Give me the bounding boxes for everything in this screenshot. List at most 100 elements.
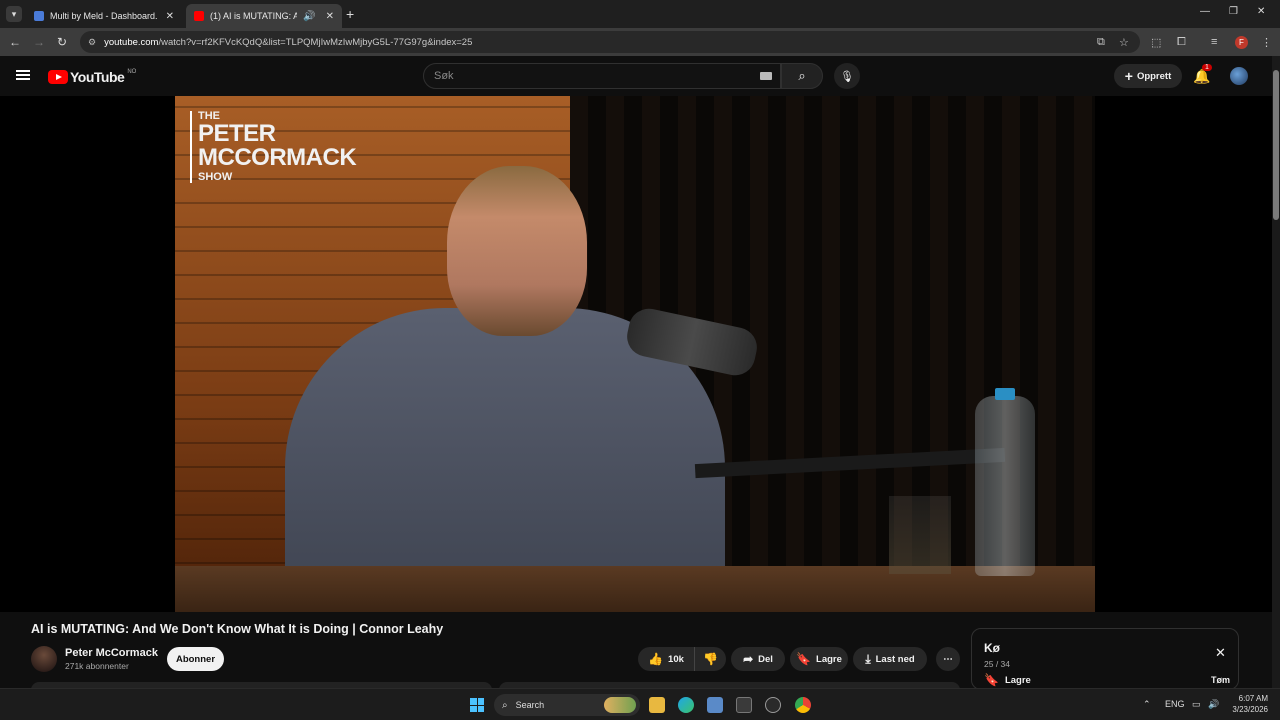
bottle-cap bbox=[995, 388, 1015, 400]
show-title-line: MCCORMACK bbox=[198, 144, 357, 171]
download-icon: ⤓ bbox=[865, 651, 871, 666]
video-player[interactable]: THE PETER MCCORMACK SHOW bbox=[0, 96, 1272, 612]
taskbar-search[interactable]: ⌕ Search bbox=[494, 694, 640, 716]
queue-clear-button[interactable]: Tøm bbox=[1211, 675, 1230, 685]
address-bar-row: ← → ↻ ⚙ youtube.com/watch?v=rf2KFVcKQdQ&… bbox=[0, 28, 1280, 56]
video-title: AI is MUTATING: And We Don't Know What I… bbox=[31, 622, 444, 636]
minimize-icon[interactable]: — bbox=[1200, 6, 1210, 17]
forward-arrow-icon[interactable]: → bbox=[33, 35, 45, 49]
bookmark-star-icon[interactable]: ☆ bbox=[1119, 36, 1129, 49]
chrome-icon[interactable] bbox=[795, 697, 811, 713]
window-close-icon[interactable]: ✕ bbox=[1257, 6, 1265, 17]
extension-icon[interactable]: ⬚ bbox=[1151, 36, 1161, 49]
media-control-icon[interactable]: ≡ bbox=[1211, 36, 1217, 48]
create-button[interactable]: + Opprett bbox=[1114, 64, 1182, 88]
url-path: /watch?v=rf2KFVcKQdQ&list=TLPQMjIwMzIwMj… bbox=[158, 36, 473, 48]
account-avatar[interactable] bbox=[1230, 67, 1248, 85]
search-input[interactable]: Søk bbox=[423, 63, 781, 89]
new-tab-plus-icon[interactable]: + bbox=[346, 6, 354, 22]
water-glass bbox=[889, 496, 951, 574]
page-scrollbar[interactable] bbox=[1272, 56, 1280, 688]
volume-icon[interactable]: 🔊 bbox=[1208, 699, 1219, 710]
youtube-play-icon bbox=[48, 70, 68, 84]
system-clock[interactable]: 6:07 AM 3/23/2026 bbox=[1226, 693, 1268, 715]
extensions-puzzle-icon[interactable]: ⧠ bbox=[1177, 36, 1186, 49]
search-icon: ⌕ bbox=[502, 699, 508, 711]
reload-icon[interactable]: ↻ bbox=[57, 35, 67, 49]
search-placeholder: Søk bbox=[434, 70, 454, 82]
more-horizontal-icon: ⋯ bbox=[943, 653, 953, 665]
youtube-favicon-icon bbox=[194, 11, 204, 21]
windows-taskbar: ⌕ Search ⌃ ENG ▭ 🔊 6:07 AM 3/23/2026 bbox=[0, 688, 1280, 720]
notification-badge: 1 bbox=[1202, 64, 1212, 71]
queue-close-icon[interactable]: ✕ bbox=[1215, 645, 1226, 661]
restore-icon[interactable]: ❐ bbox=[1229, 6, 1238, 17]
channel-avatar[interactable] bbox=[31, 646, 57, 672]
install-app-icon[interactable]: ⧉ bbox=[1097, 36, 1105, 49]
edge-browser-icon[interactable] bbox=[678, 697, 694, 713]
create-label: Opprett bbox=[1136, 70, 1172, 82]
show-title-overlay: THE PETER MCCORMACK SHOW bbox=[190, 111, 357, 183]
show-title-line: SHOW bbox=[198, 171, 233, 183]
country-code: NO bbox=[127, 69, 137, 75]
channel-name[interactable]: Peter McCormack bbox=[65, 647, 158, 659]
input-language[interactable]: ENG bbox=[1165, 699, 1185, 709]
task-view-icon[interactable] bbox=[707, 697, 723, 713]
tab-title: (1) AI is MUTATING: And We bbox=[210, 11, 298, 21]
url-field[interactable]: ⚙ youtube.com/watch?v=rf2KFVcKQdQ&list=T… bbox=[80, 31, 1140, 53]
dislike-button[interactable]: 👎 bbox=[694, 647, 726, 671]
search-button[interactable]: ⌕ bbox=[781, 63, 823, 89]
taskbar-search-label: Search bbox=[515, 700, 545, 710]
back-arrow-icon[interactable]: ← bbox=[9, 35, 21, 49]
search-highlight-image bbox=[604, 697, 636, 713]
tab-close-icon[interactable]: ✕ bbox=[326, 11, 334, 22]
keyboard-icon[interactable] bbox=[760, 72, 772, 80]
like-button[interactable]: 👍 10k bbox=[638, 647, 694, 671]
snipping-tool-icon[interactable] bbox=[736, 697, 752, 713]
tab-close-icon[interactable]: ✕ bbox=[166, 11, 174, 22]
bookmark-icon: 🔖 bbox=[984, 673, 999, 687]
share-button[interactable]: ➦ Del bbox=[731, 647, 785, 671]
browser-menu-icon[interactable]: ⋮ bbox=[1261, 36, 1272, 49]
voice-search-mic-icon[interactable]: 🎙 bbox=[834, 63, 860, 89]
queue-save-label: Lagre bbox=[1004, 674, 1031, 686]
water-bottle bbox=[975, 388, 1035, 576]
app-icon[interactable] bbox=[765, 697, 781, 713]
share-label: Del bbox=[758, 653, 773, 665]
save-label: Lagre bbox=[816, 653, 842, 665]
network-icon[interactable]: ▭ bbox=[1192, 699, 1201, 710]
subscriber-count: 271k abonnenter bbox=[65, 661, 129, 671]
subscribe-button[interactable]: Abonner bbox=[167, 647, 224, 671]
youtube-logo[interactable]: YouTube NO bbox=[48, 69, 136, 85]
scrollbar-thumb[interactable] bbox=[1273, 70, 1279, 220]
tab-youtube-video[interactable]: (1) AI is MUTATING: And We 🔊 ✕ bbox=[186, 4, 342, 28]
queue-save-button[interactable]: 🔖 Lagre bbox=[984, 673, 1031, 687]
tray-chevron-up-icon[interactable]: ⌃ bbox=[1143, 699, 1151, 710]
like-count: 10k bbox=[668, 653, 684, 665]
youtube-header: YouTube NO Søk ⌕ 🎙 + Opprett 🔔 1 bbox=[0, 56, 1272, 96]
tab-list-chevron-down-icon[interactable]: ▾ bbox=[6, 6, 22, 22]
studio-table bbox=[175, 566, 1095, 612]
queue-panel: Kø 25 / 34 ✕ 🔖 Lagre Tøm bbox=[971, 628, 1239, 690]
thumbs-down-icon: 👎 bbox=[703, 652, 718, 666]
save-button[interactable]: 🔖 Lagre bbox=[790, 647, 848, 671]
site-info-icon[interactable]: ⚙ bbox=[88, 37, 96, 48]
search-icon: ⌕ bbox=[798, 68, 806, 83]
url-host: youtube.com bbox=[104, 36, 159, 48]
meld-favicon-icon bbox=[34, 11, 44, 21]
profile-avatar[interactable]: F bbox=[1235, 36, 1248, 49]
windows-start-icon[interactable] bbox=[470, 698, 484, 712]
show-title-line: PETER bbox=[198, 120, 276, 147]
file-explorer-icon[interactable] bbox=[649, 697, 665, 713]
bookmark-icon: 🔖 bbox=[796, 652, 812, 666]
download-button[interactable]: ⤓ Last ned bbox=[853, 647, 927, 671]
audio-playing-icon[interactable]: 🔊 bbox=[303, 11, 315, 22]
tab-title: Multi by Meld - Dashboard. bbox=[50, 11, 158, 21]
youtube-wordmark: YouTube bbox=[70, 69, 125, 85]
clock-time: 6:07 AM bbox=[1238, 694, 1268, 703]
tab-multi-dashboard[interactable]: Multi by Meld - Dashboard. ✕ bbox=[26, 4, 182, 28]
notifications-bell-icon[interactable]: 🔔 1 bbox=[1193, 64, 1212, 85]
video-frame[interactable]: THE PETER MCCORMACK SHOW bbox=[175, 96, 1095, 612]
hamburger-menu-icon[interactable] bbox=[16, 70, 30, 80]
more-actions-button[interactable]: ⋯ bbox=[936, 647, 960, 671]
